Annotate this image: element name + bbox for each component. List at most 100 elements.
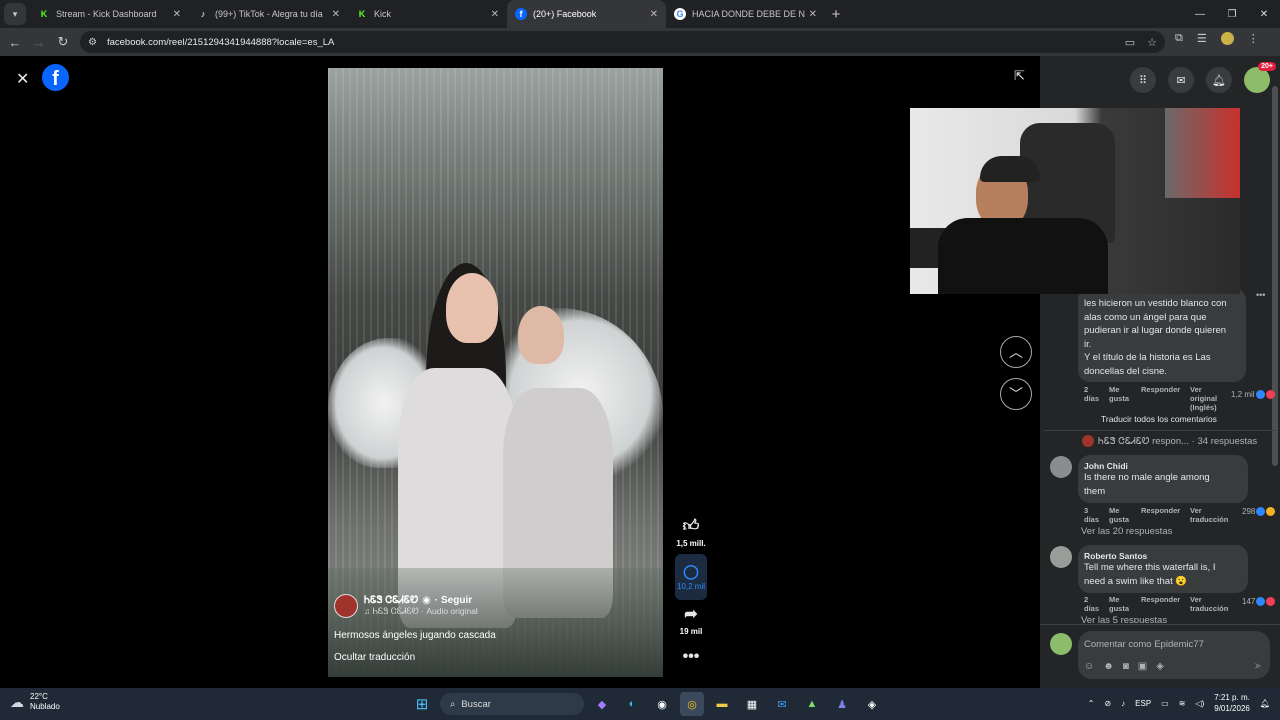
- url-text[interactable]: facebook.com/reel/2151294341944888?local…: [107, 37, 334, 48]
- tab-search-dropdown[interactable]: ▾: [4, 3, 26, 25]
- comment-options-icon[interactable]: •••: [1256, 290, 1265, 300]
- facebook-logo-icon[interactable]: f: [42, 64, 69, 91]
- gif-icon[interactable]: ▣: [1138, 661, 1147, 672]
- chrome-icon[interactable]: ◎: [680, 692, 704, 716]
- close-tab-icon[interactable]: ✕: [650, 9, 658, 20]
- reply-link[interactable]: Responder: [1141, 506, 1180, 515]
- close-window-icon[interactable]: ✕: [1248, 0, 1280, 28]
- next-reel-button[interactable]: ﹀: [1000, 378, 1032, 410]
- file-explorer-icon[interactable]: ▬: [710, 692, 734, 716]
- like-comment-link[interactable]: Me gusta: [1109, 506, 1133, 524]
- sticker-icon[interactable]: ◈: [1156, 661, 1164, 672]
- author-name[interactable]: ᏂᏋᏕ ᏣᏋᏗᏋᏬ: [364, 595, 418, 606]
- display-icon[interactable]: ▭: [1161, 699, 1169, 708]
- messenger-icon[interactable]: ✉: [1168, 67, 1194, 93]
- translate-all-link[interactable]: Traducir todos los comentarios: [1101, 414, 1217, 424]
- see-original-link[interactable]: Ver original (Inglés): [1190, 385, 1226, 412]
- avatar-sticker-icon[interactable]: ☺: [1084, 661, 1094, 672]
- my-avatar[interactable]: [1050, 633, 1072, 655]
- teams-icon[interactable]: ♟: [830, 692, 854, 716]
- cast-icon[interactable]: ▭: [1125, 36, 1135, 49]
- comment-input[interactable]: Comentar como Epidemic77 ☺ ☻ ◙ ▣ ◈ ➤: [1078, 631, 1270, 679]
- clock[interactable]: 7:21 p. m. 9/01/2026: [1214, 692, 1250, 714]
- bookmark-star-icon[interactable]: ☆: [1147, 36, 1157, 49]
- back-icon[interactable]: ←: [3, 30, 27, 54]
- tab-title: Stream - Kick Dashboard: [56, 9, 157, 19]
- reel-caption: ᏂᏋᏕ ᏣᏋᏗᏋᏬ ◉ · Seguir ♫ ᏂᏋᏕ ᏣᏋᏗᏋᏬ · Audio…: [334, 594, 654, 663]
- divider: [1040, 624, 1280, 625]
- tab-kick-dashboard[interactable]: K Stream - Kick Dashboard ✕: [30, 0, 189, 28]
- like-comment-link[interactable]: Me gusta: [1109, 595, 1133, 613]
- notification-center-icon[interactable]: 🔔︎: [1260, 699, 1270, 708]
- tab-kick[interactable]: K Kick ✕: [348, 0, 507, 28]
- tab-facebook[interactable]: f (20+) Facebook ✕: [507, 0, 666, 28]
- reply-link[interactable]: Responder: [1141, 595, 1180, 604]
- restore-icon[interactable]: ❐: [1216, 0, 1248, 28]
- reaction-count[interactable]: 298: [1242, 507, 1276, 516]
- like-count: 1,5 mill.: [676, 539, 706, 548]
- forward-icon[interactable]: →: [27, 30, 51, 54]
- tray-overflow-icon[interactable]: ⌃: [1088, 699, 1095, 708]
- capture-app-icon[interactable]: ◈: [860, 692, 884, 716]
- obs-icon[interactable]: ◉: [650, 692, 674, 716]
- copilot-icon[interactable]: ◆: [590, 692, 614, 716]
- reading-list-icon[interactable]: ☰: [1197, 32, 1207, 45]
- close-tab-icon[interactable]: ✕: [809, 9, 817, 20]
- tab-google[interactable]: G HACIA DONDE DEBE DE NADAR ✕: [666, 0, 825, 28]
- previous-reel-button[interactable]: ︿: [1000, 336, 1032, 368]
- language-indicator[interactable]: ESP: [1135, 699, 1151, 708]
- reaction-count[interactable]: 1,2 mil: [1231, 390, 1275, 399]
- new-tab-button[interactable]: +: [825, 3, 847, 25]
- reel-video[interactable]: ᏂᏋᏕ ᏣᏋᏗᏋᏬ ◉ · Seguir ♫ ᏂᏋᏕ ᏣᏋᏗᏋᏬ · Audio…: [328, 68, 663, 677]
- minimize-icon[interactable]: —: [1184, 0, 1216, 28]
- view-replies-link[interactable]: Ver las 5 respuestas: [1081, 615, 1167, 623]
- volume-icon[interactable]: ◁): [1195, 699, 1204, 708]
- menu-grid-icon[interactable]: ⠿: [1130, 67, 1156, 93]
- microphone-icon[interactable]: ♪: [1121, 699, 1125, 708]
- scrollbar[interactable]: [1272, 86, 1278, 466]
- like-comment-link[interactable]: Me gusta: [1109, 385, 1133, 403]
- view-replies-link[interactable]: Ver las 20 respuestas: [1081, 526, 1172, 537]
- commenter-avatar[interactable]: [1050, 456, 1072, 478]
- reply-thread-link[interactable]: ᏂᏋᏕ ᏣᏋᏗᏋᏬ respon... · 34 respuestas: [1082, 435, 1257, 447]
- notifications-icon[interactable]: 🔔︎: [1206, 67, 1232, 93]
- weather-widget[interactable]: ☁ 22°C Nublado: [10, 692, 60, 712]
- follow-link[interactable]: · Seguir: [435, 595, 472, 606]
- close-tab-icon[interactable]: ✕: [332, 9, 340, 20]
- like-button[interactable]: 👍︎ 1,5 mill.: [672, 517, 710, 548]
- hide-translation-link[interactable]: Ocultar traducción: [334, 652, 654, 663]
- edge-icon[interactable]: ◐: [620, 692, 644, 716]
- extensions-icon[interactable]: ⧉: [1175, 32, 1183, 45]
- share-button[interactable]: ➦ 19 mil: [672, 604, 710, 636]
- audio-label[interactable]: ♫ ᏂᏋᏕ ᏣᏋᏗᏋᏬ · Audio original: [364, 606, 478, 617]
- profile-avatar-icon[interactable]: [1220, 32, 1234, 45]
- more-menu-icon[interactable]: ⋮: [1248, 32, 1259, 45]
- wifi-icon[interactable]: ≋: [1179, 699, 1186, 708]
- close-icon[interactable]: ✕: [16, 69, 29, 89]
- reload-icon[interactable]: ↻: [51, 30, 75, 54]
- expand-panel-icon[interactable]: ⇱: [1014, 68, 1025, 84]
- close-tab-icon[interactable]: ✕: [491, 9, 499, 20]
- author-avatar[interactable]: [334, 594, 358, 618]
- emoji-icon[interactable]: ☻: [1103, 661, 1114, 672]
- close-tab-icon[interactable]: ✕: [173, 9, 181, 20]
- tab-tiktok[interactable]: ♪ (99+) TikTok - Alegra tu día ✕: [189, 0, 348, 28]
- profile-avatar[interactable]: 20+: [1244, 62, 1276, 93]
- reaction-count[interactable]: 147: [1242, 597, 1276, 606]
- site-info-icon[interactable]: ⚙: [88, 37, 97, 48]
- store-icon[interactable]: ▦: [740, 692, 764, 716]
- more-options-button[interactable]: •••: [672, 648, 710, 666]
- reply-link[interactable]: Responder: [1141, 385, 1180, 394]
- camera-icon[interactable]: ◙: [1123, 661, 1129, 672]
- see-translation-link[interactable]: Ver traducción: [1190, 506, 1230, 524]
- omnibox[interactable]: ⚙ facebook.com/reel/2151294341944888?loc…: [80, 31, 1165, 53]
- taskbar-search[interactable]: ⌕ Buscar: [440, 693, 584, 715]
- mail-icon[interactable]: ✉: [770, 692, 794, 716]
- see-translation-link[interactable]: Ver traducción: [1190, 595, 1230, 613]
- send-icon[interactable]: ➤: [1254, 661, 1262, 672]
- network-muted-icon[interactable]: ⊘: [1104, 699, 1111, 708]
- comment-button[interactable]: ◯ 10,2 mil: [672, 554, 710, 600]
- windows-start-icon[interactable]: ⊞: [410, 692, 434, 716]
- commenter-avatar[interactable]: [1050, 546, 1072, 568]
- app-icon[interactable]: ▲: [800, 692, 824, 716]
